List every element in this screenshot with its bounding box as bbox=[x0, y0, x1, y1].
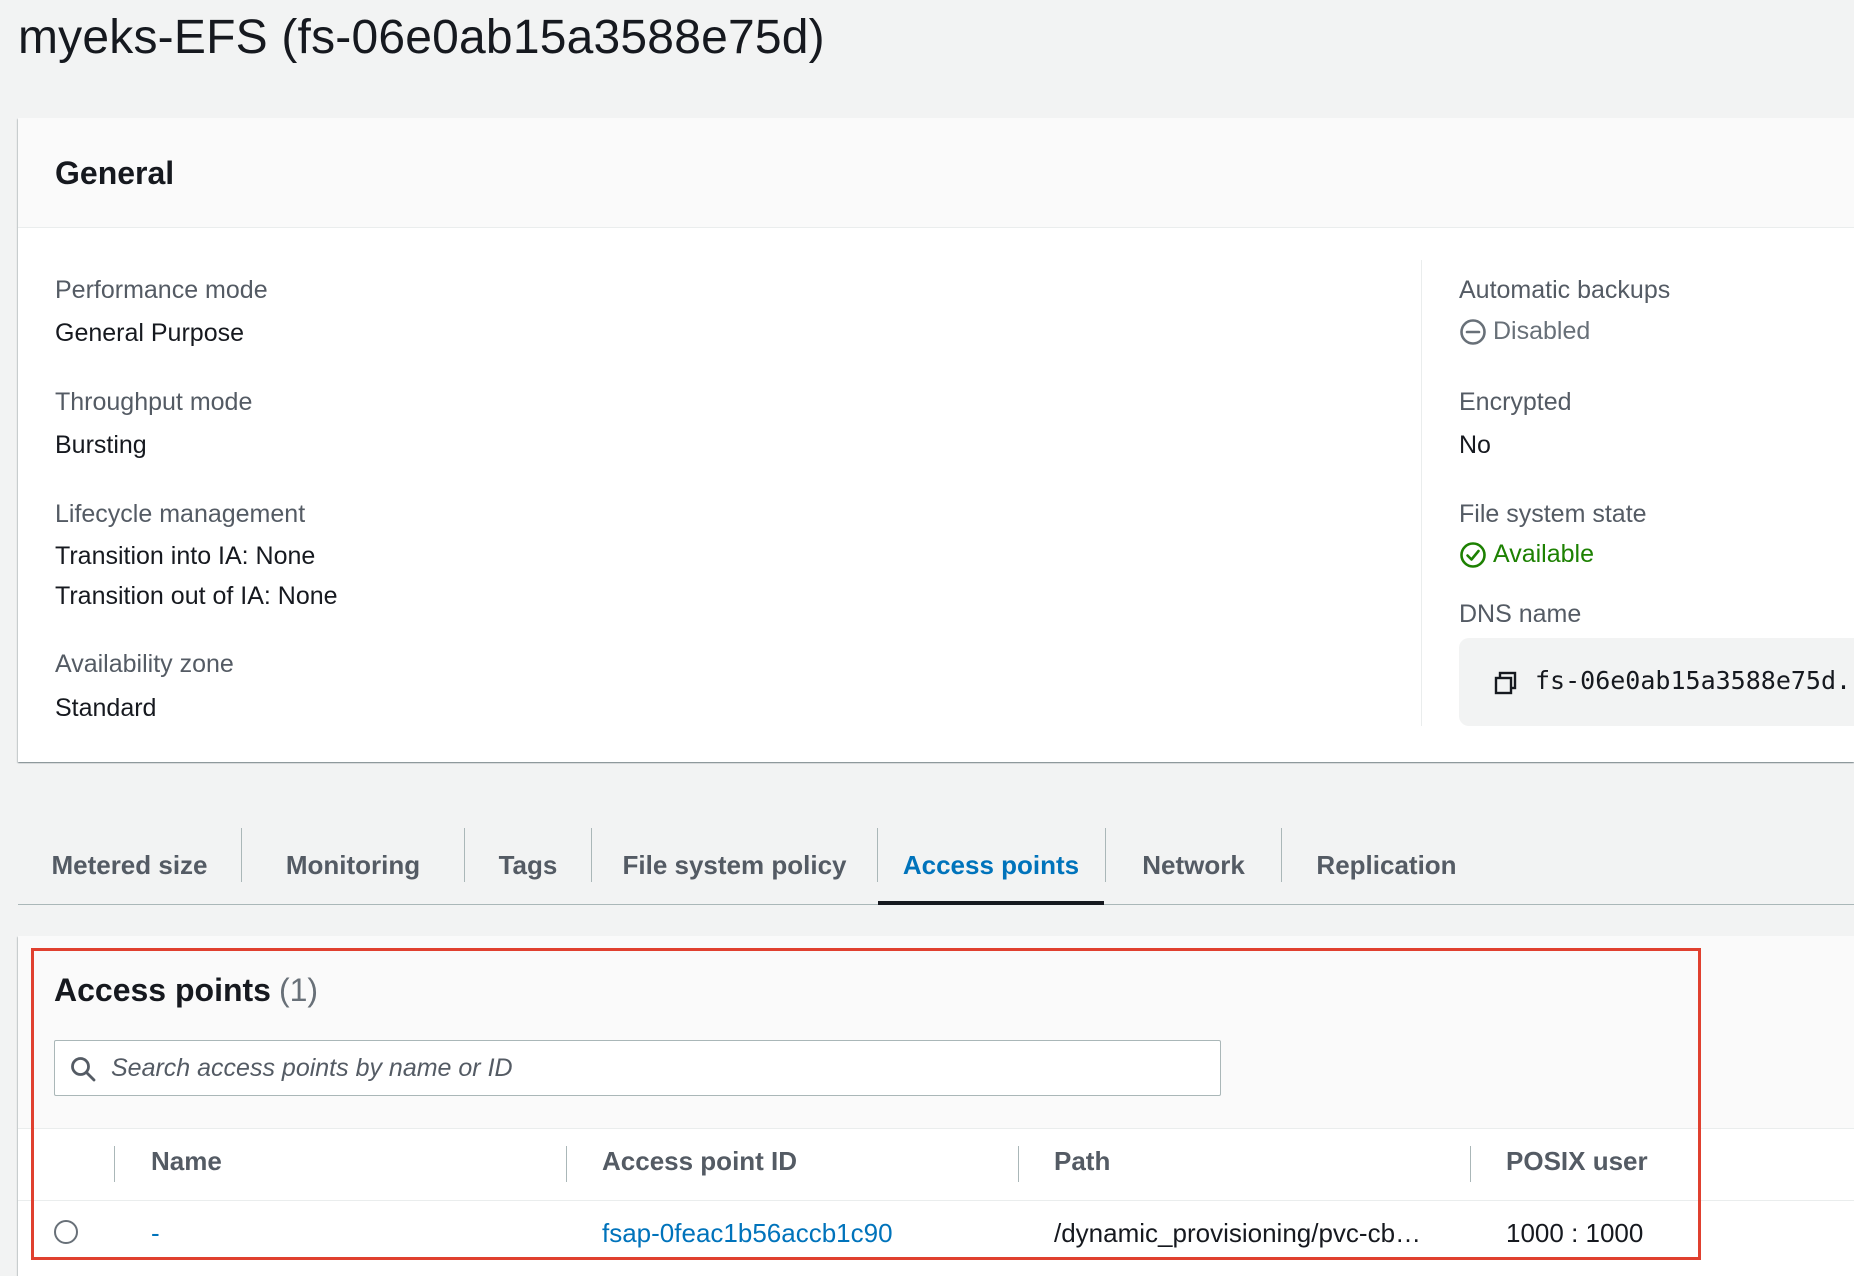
tab-monitoring[interactable]: Monitoring bbox=[242, 826, 464, 904]
dns-name-label: DNS name bbox=[1459, 600, 1582, 628]
column-header-access-point-id[interactable]: Access point ID bbox=[602, 1146, 797, 1177]
availability-zone-value: Standard bbox=[55, 694, 157, 722]
automatic-backups-value: Disabled bbox=[1493, 317, 1591, 345]
performance-mode-label: Performance mode bbox=[55, 276, 268, 304]
general-panel-title: General bbox=[55, 155, 175, 191]
lifecycle-management-label: Lifecycle management bbox=[55, 500, 306, 528]
automatic-backups-status: Disabled bbox=[1459, 317, 1590, 346]
file-system-state-label: File system state bbox=[1459, 500, 1647, 528]
column-header-posix-user[interactable]: POSIX user bbox=[1506, 1146, 1648, 1177]
availability-zone-label: Availability zone bbox=[55, 650, 234, 678]
tab-metered-size[interactable]: Metered size bbox=[18, 826, 241, 904]
tab-bar: Metered size Monitoring Tags File system… bbox=[18, 826, 1854, 905]
access-points-count: (1) bbox=[278, 972, 319, 1008]
column-header-name[interactable]: Name bbox=[151, 1146, 222, 1177]
access-points-header: Access points (1) bbox=[18, 936, 1854, 1129]
page-title: myeks-EFS (fs-06e0ab15a3588e75d) bbox=[18, 11, 825, 64]
file-system-state-status: Available bbox=[1459, 540, 1594, 569]
dns-name-box: fs-06e0ab15a3588e75d. bbox=[1459, 638, 1854, 726]
dns-name-value: fs-06e0ab15a3588e75d. bbox=[1535, 666, 1852, 695]
access-points-panel: Access points(1) Name Access point ID Pa… bbox=[18, 936, 1854, 1276]
column-divider bbox=[1421, 260, 1422, 726]
general-panel: General Performance mode General Purpose… bbox=[18, 118, 1854, 762]
access-point-path: /dynamic_provisioning/pvc-cb… bbox=[1054, 1218, 1422, 1248]
tab-file-system-policy[interactable]: File system policy bbox=[592, 826, 877, 904]
search-box bbox=[54, 1040, 1221, 1096]
tab-tags[interactable]: Tags bbox=[465, 826, 591, 904]
tab-network[interactable]: Network bbox=[1106, 826, 1281, 904]
column-header-path[interactable]: Path bbox=[1054, 1146, 1110, 1177]
access-point-id-link[interactable]: fsap-0feac1b56accb1c90 bbox=[602, 1218, 893, 1249]
throughput-mode-label: Throughput mode bbox=[55, 388, 253, 416]
transition-out-of-ia-value: Transition out of IA: None bbox=[55, 582, 338, 610]
performance-mode-value: General Purpose bbox=[55, 319, 245, 347]
automatic-backups-label: Automatic backups bbox=[1459, 276, 1671, 304]
access-points-title: Access points (1) bbox=[54, 972, 318, 1009]
encrypted-label: Encrypted bbox=[1459, 388, 1572, 416]
general-panel-header: General bbox=[18, 118, 1854, 228]
search-icon bbox=[69, 1055, 97, 1088]
tab-replication[interactable]: Replication bbox=[1282, 826, 1491, 904]
column-separator bbox=[114, 1146, 115, 1182]
column-separator bbox=[1470, 1146, 1471, 1182]
table-header-border bbox=[18, 1200, 1854, 1201]
encrypted-value: No bbox=[1459, 431, 1491, 459]
access-point-name-link[interactable]: - bbox=[151, 1218, 160, 1249]
check-circle-icon bbox=[1459, 541, 1487, 569]
access-point-posix-user: 1000 : 1000 bbox=[1506, 1218, 1644, 1248]
transition-into-ia-value: Transition into IA: None bbox=[55, 542, 316, 570]
row-select-radio[interactable] bbox=[54, 1220, 78, 1244]
throughput-mode-value: Bursting bbox=[55, 431, 147, 459]
column-separator bbox=[566, 1146, 567, 1182]
search-input[interactable] bbox=[111, 1042, 1211, 1094]
minus-circle-icon bbox=[1459, 318, 1487, 346]
access-points-title-text: Access points bbox=[54, 972, 271, 1008]
column-separator bbox=[1018, 1146, 1019, 1182]
file-system-state-value: Available bbox=[1493, 540, 1595, 568]
tab-access-points[interactable]: Access points bbox=[878, 826, 1104, 905]
copy-icon[interactable] bbox=[1493, 670, 1519, 701]
